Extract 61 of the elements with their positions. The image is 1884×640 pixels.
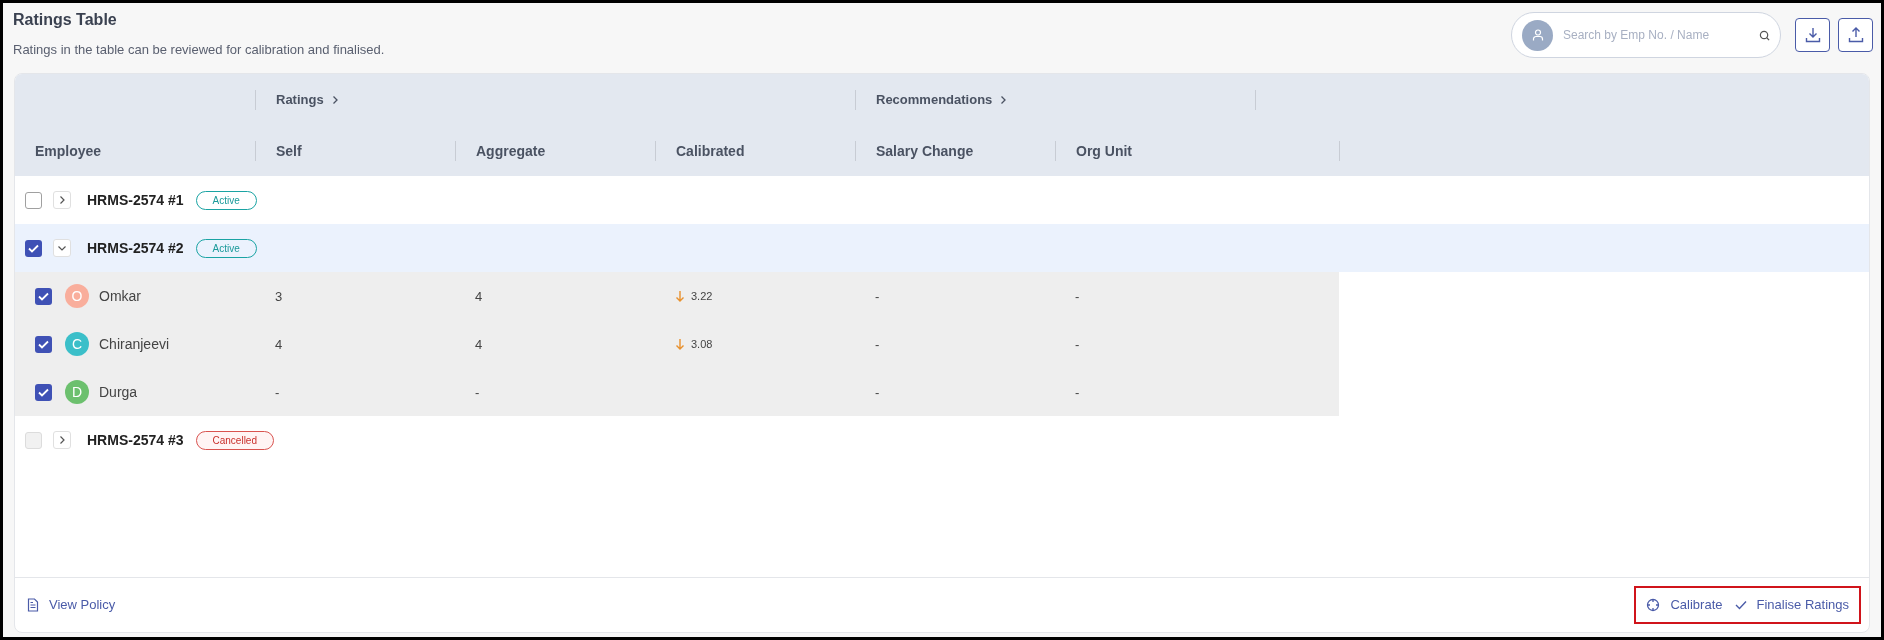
upload-icon <box>1846 26 1865 44</box>
group-row[interactable]: HRMS-2574 #2 Active <box>15 224 1869 272</box>
table-cell-text: 3.08 <box>691 336 713 352</box>
avatar: D <box>65 380 89 404</box>
avatar: O <box>65 284 89 308</box>
group-name: HRMS-2574 #1 <box>87 190 184 210</box>
table-cell: - <box>1075 337 1080 352</box>
employee-name: Durga <box>99 382 138 402</box>
column-header: Salary Change <box>875 141 974 161</box>
user-icon <box>1522 19 1553 51</box>
employee-name: Omkar <box>99 286 141 306</box>
chevron-right-icon <box>331 95 339 105</box>
status-badge: Cancelled <box>195 430 274 450</box>
view-policy-link[interactable]: View Policy <box>27 595 116 615</box>
calibrate-button[interactable]: Calibrate <box>1646 595 1723 615</box>
checkbox[interactable] <box>35 287 52 305</box>
table-cell: - <box>875 385 880 400</box>
chevron-right-icon <box>1000 95 1008 105</box>
search-input[interactable]: Search by Emp No. / Name <box>1563 26 1749 44</box>
crosshair-icon <box>1646 598 1661 612</box>
group-name: HRMS-2574 #2 <box>87 238 184 258</box>
table-cell-text: 3.22 <box>691 288 713 304</box>
upload-button[interactable] <box>1838 18 1873 52</box>
expand-toggle[interactable] <box>53 239 71 257</box>
table-cell: - <box>875 337 880 352</box>
employee-name: Chiranjeevi <box>99 334 170 354</box>
table-cell: - <box>275 385 280 400</box>
checkmark-icon <box>1734 600 1747 610</box>
chevron-right-icon <box>58 195 66 205</box>
column-group-header[interactable]: Recommendations <box>856 90 1008 110</box>
table-cell: 3 <box>275 289 283 304</box>
column-header: Employee <box>34 141 102 161</box>
page-title: Ratings Table <box>13 10 118 30</box>
expand-toggle[interactable] <box>53 191 71 209</box>
column-header: Calibrated <box>675 141 745 161</box>
column-header: Org Unit <box>1075 141 1132 161</box>
table-cell: 4 <box>275 337 283 352</box>
checkbox[interactable] <box>35 335 52 353</box>
table-cell: 4 <box>475 337 483 352</box>
group-name: HRMS-2574 #3 <box>87 430 184 450</box>
checkbox[interactable] <box>35 383 52 401</box>
avatar: C <box>65 332 89 356</box>
chevron-right-icon <box>58 435 66 445</box>
download-icon <box>1803 26 1822 44</box>
table-cell: - <box>875 289 880 304</box>
download-button[interactable] <box>1795 18 1830 52</box>
column-header: Self <box>275 141 302 161</box>
column-header: Aggregate <box>475 141 546 161</box>
page-subtitle: Ratings in the table can be reviewed for calibration and finalised. <box>13 41 385 59</box>
search-field[interactable]: Search by Emp No. / Name <box>1511 12 1781 58</box>
table-cell: - <box>1075 385 1080 400</box>
search-icon <box>1759 29 1770 41</box>
chevron-down-icon <box>57 244 67 252</box>
table-cell: - <box>1075 289 1080 304</box>
table-cell: - <box>475 385 480 400</box>
checkbox[interactable] <box>25 191 42 209</box>
checkbox[interactable] <box>25 239 42 257</box>
table-cell: 4 <box>475 289 483 304</box>
finalise-button[interactable]: Finalise Ratings <box>1734 595 1849 615</box>
column-group-header[interactable]: Ratings <box>256 90 339 110</box>
document-icon <box>27 598 39 612</box>
